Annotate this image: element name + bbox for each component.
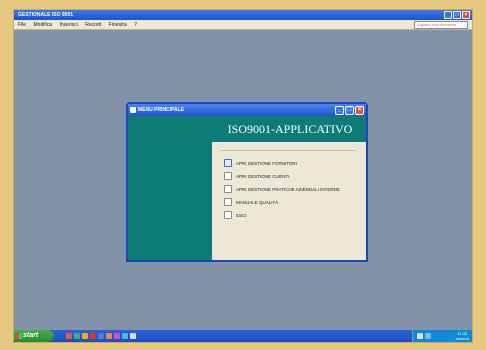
quick-launch-icon[interactable] bbox=[74, 333, 80, 339]
quick-launch-icon[interactable] bbox=[122, 333, 128, 339]
menu-item-label: APRI GESTIONE FORNITORI bbox=[236, 160, 297, 166]
dialog-body: ISO9001-APPLICATIVO APRI GESTIONE FORNIT… bbox=[128, 116, 366, 260]
menu-item-pratiche[interactable]: APRI GESTIONE PRATICHE AZIENDALI INTERNE bbox=[224, 184, 340, 194]
quick-launch-icon[interactable] bbox=[106, 333, 112, 339]
quick-launch-icon[interactable] bbox=[82, 333, 88, 339]
start-button[interactable]: start bbox=[14, 330, 54, 342]
menu-item-clienti[interactable]: APRI GESTIONE CLIENTI bbox=[224, 171, 290, 181]
clock-day: venerdì bbox=[455, 336, 469, 341]
volume-icon[interactable] bbox=[417, 333, 423, 339]
menu-item-esci[interactable]: ESCI bbox=[224, 210, 247, 220]
menu-item-label: APRI GESTIONE PRATICHE AZIENDALI INTERNE bbox=[236, 186, 340, 192]
dialog-minimize-button[interactable]: _ bbox=[335, 106, 344, 115]
dialog-maximize-button[interactable]: □ bbox=[345, 106, 354, 115]
quick-launch bbox=[66, 333, 136, 339]
menu-item-fornitori[interactable]: APRI GESTIONE FORNITORI bbox=[224, 158, 297, 168]
dialog-title: MENU PRINCIPALE bbox=[138, 107, 185, 113]
checkbox-icon bbox=[224, 211, 232, 219]
menu-item-label: ESCI bbox=[236, 212, 247, 218]
main-menu-dialog: MENU PRINCIPALE _ □ × ISO9001-APPLICATIV… bbox=[126, 102, 368, 262]
checkbox-icon bbox=[224, 198, 232, 206]
menu-record[interactable]: Record bbox=[85, 22, 101, 28]
menu-item-label: MANUALE QUALITÀ bbox=[236, 199, 279, 205]
app-title-bar: GESTIONALE ISO 9001 _ □ × bbox=[14, 10, 472, 20]
menu-modifica[interactable]: Modifica bbox=[33, 22, 52, 28]
dialog-close-button[interactable]: × bbox=[355, 106, 364, 115]
checkbox-icon bbox=[224, 172, 232, 180]
clock[interactable]: 11:33 venerdì bbox=[456, 331, 469, 341]
quick-launch-icon[interactable] bbox=[130, 333, 136, 339]
menu-bar: File Modifica Inserisci Record Finestra … bbox=[14, 20, 472, 30]
start-label: start bbox=[23, 332, 39, 339]
menu-finestra[interactable]: Finestra bbox=[109, 22, 127, 28]
screen-frame: GESTIONALE ISO 9001 _ □ × File Modifica … bbox=[14, 10, 472, 342]
system-tray: 11:33 venerdì bbox=[412, 330, 472, 342]
menu-inserisci[interactable]: Inserisci bbox=[59, 22, 77, 28]
workspace: MENU PRINCIPALE _ □ × ISO9001-APPLICATIV… bbox=[14, 30, 472, 330]
quick-launch-icon[interactable] bbox=[114, 333, 120, 339]
window-controls: _ □ × bbox=[444, 11, 470, 19]
menu-help[interactable]: ? bbox=[134, 22, 137, 28]
taskbar: start 11:33 venerdì bbox=[14, 330, 472, 342]
application-heading: ISO9001-APPLICATIVO bbox=[227, 122, 353, 136]
help-search-input[interactable]: Digitare una domanda bbox=[414, 21, 468, 29]
dialog-controls: _ □ × bbox=[335, 106, 364, 115]
quick-launch-icon[interactable] bbox=[66, 333, 72, 339]
windows-logo-icon bbox=[16, 333, 22, 339]
dialog-title-bar[interactable]: MENU PRINCIPALE _ □ × bbox=[128, 104, 366, 116]
checkbox-icon bbox=[224, 159, 232, 167]
menu-item-manuale[interactable]: MANUALE QUALITÀ bbox=[224, 197, 278, 207]
form-icon bbox=[130, 107, 136, 113]
checkbox-icon bbox=[224, 185, 232, 193]
minimize-button[interactable]: _ bbox=[444, 11, 452, 19]
maximize-button[interactable]: □ bbox=[453, 11, 461, 19]
network-icon[interactable] bbox=[425, 333, 431, 339]
quick-launch-icon[interactable] bbox=[98, 333, 104, 339]
divider bbox=[220, 150, 356, 151]
menu-item-label: APRI GESTIONE CLIENTI bbox=[236, 173, 290, 179]
quick-launch-icon[interactable] bbox=[90, 333, 96, 339]
close-button[interactable]: × bbox=[462, 11, 470, 19]
app-title: GESTIONALE ISO 9001 bbox=[18, 12, 74, 18]
side-panel bbox=[128, 116, 212, 260]
menu-file[interactable]: File bbox=[18, 22, 26, 28]
